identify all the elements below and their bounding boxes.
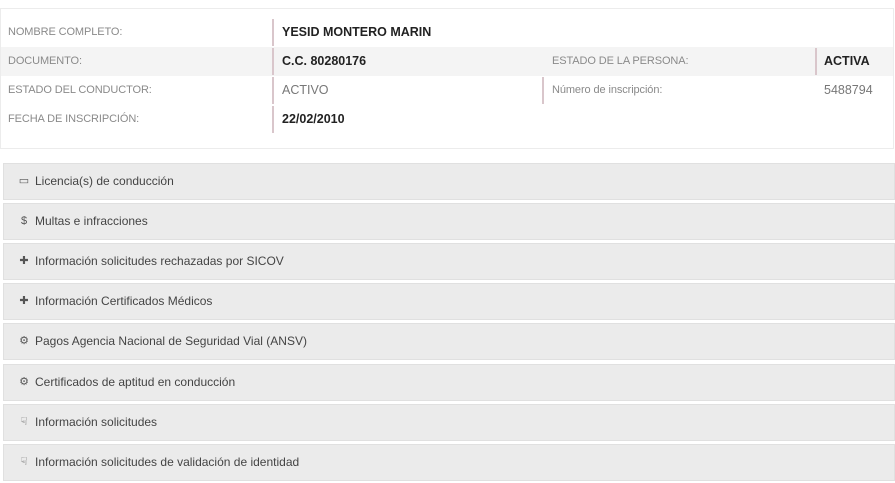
section-label: Certificados de aptitud en conducción [35, 375, 236, 389]
fecha-inscripcion-label: FECHA DE INSCRIPCIÓN: [8, 113, 140, 125]
divider [815, 48, 817, 75]
divider [272, 19, 274, 46]
numero-inscripcion-label: Número de inscripción: [552, 84, 663, 96]
section-pagos-ansv[interactable]: ⚙ Pagos Agencia Nacional de Seguridad Vi… [3, 323, 895, 360]
section-sicov[interactable]: ✚ Información solicitudes rechazadas por… [3, 243, 895, 280]
estado-persona-label: ESTADO DE LA PERSONA: [552, 55, 689, 67]
documento-value: C.C. 80280176 [282, 54, 367, 68]
divider [272, 77, 274, 104]
estado-conductor-value: ACTIVO [282, 83, 329, 97]
estado-conductor-label: ESTADO DEL CONDUCTOR: [8, 84, 152, 96]
section-label: Multas e infracciones [35, 214, 148, 228]
numero-inscripcion-value: 5488794 [824, 83, 873, 97]
section-label: Información Certificados Médicos [35, 294, 213, 308]
section-multas[interactable]: $ Multas e infracciones [3, 203, 895, 240]
section-licencias[interactable]: ▭ Licencia(s) de conducción [3, 163, 895, 200]
person-info-card: NOMBRE COMPLETO: YESID MONTERO MARIN DOC… [0, 8, 894, 149]
certificate-seal-icon: ⚙ [19, 335, 29, 347]
nombre-label: NOMBRE COMPLETO: [8, 26, 123, 38]
hand-pointer-icon: ☟ [20, 456, 28, 468]
certificate-seal-icon: ⚙ [19, 376, 29, 388]
divider [272, 106, 274, 133]
nombre-value: YESID MONTERO MARIN [282, 25, 432, 39]
section-certificados-medicos[interactable]: ✚ Información Certificados Médicos [3, 283, 895, 320]
section-certificados-aptitud[interactable]: ⚙ Certificados de aptitud en conducción [3, 364, 895, 401]
section-validacion-identidad[interactable]: ☟ Información solicitudes de validación … [3, 444, 895, 481]
section-label: Pagos Agencia Nacional de Seguridad Vial… [35, 334, 307, 348]
dollar-icon: $ [20, 215, 28, 227]
medical-cross-icon: ✚ [19, 255, 29, 267]
section-label: Información solicitudes de validación de… [35, 455, 300, 469]
section-label: Licencia(s) de conducción [35, 174, 174, 188]
hand-pointer-icon: ☟ [20, 416, 28, 428]
documento-label: DOCUMENTO: [8, 55, 82, 67]
info-row-estado-conductor: ESTADO DEL CONDUCTOR: ACTIVO Número de i… [1, 76, 893, 105]
divider [272, 48, 274, 75]
license-card-icon: ▭ [18, 175, 30, 187]
estado-persona-value: ACTIVA [824, 54, 870, 68]
fecha-inscripcion-value: 22/02/2010 [282, 112, 345, 126]
info-row-nombre: NOMBRE COMPLETO: YESID MONTERO MARIN [1, 18, 893, 47]
info-row-fecha: FECHA DE INSCRIPCIÓN: 22/02/2010 [1, 105, 893, 134]
divider [542, 77, 544, 104]
medical-cross-icon: ✚ [19, 295, 29, 307]
info-row-documento: DOCUMENTO: C.C. 80280176 ESTADO DE LA PE… [1, 47, 893, 76]
section-label: Información solicitudes [35, 415, 158, 429]
section-label: Información solicitudes rechazadas por S… [35, 254, 284, 268]
section-solicitudes[interactable]: ☟ Información solicitudes [3, 404, 895, 441]
